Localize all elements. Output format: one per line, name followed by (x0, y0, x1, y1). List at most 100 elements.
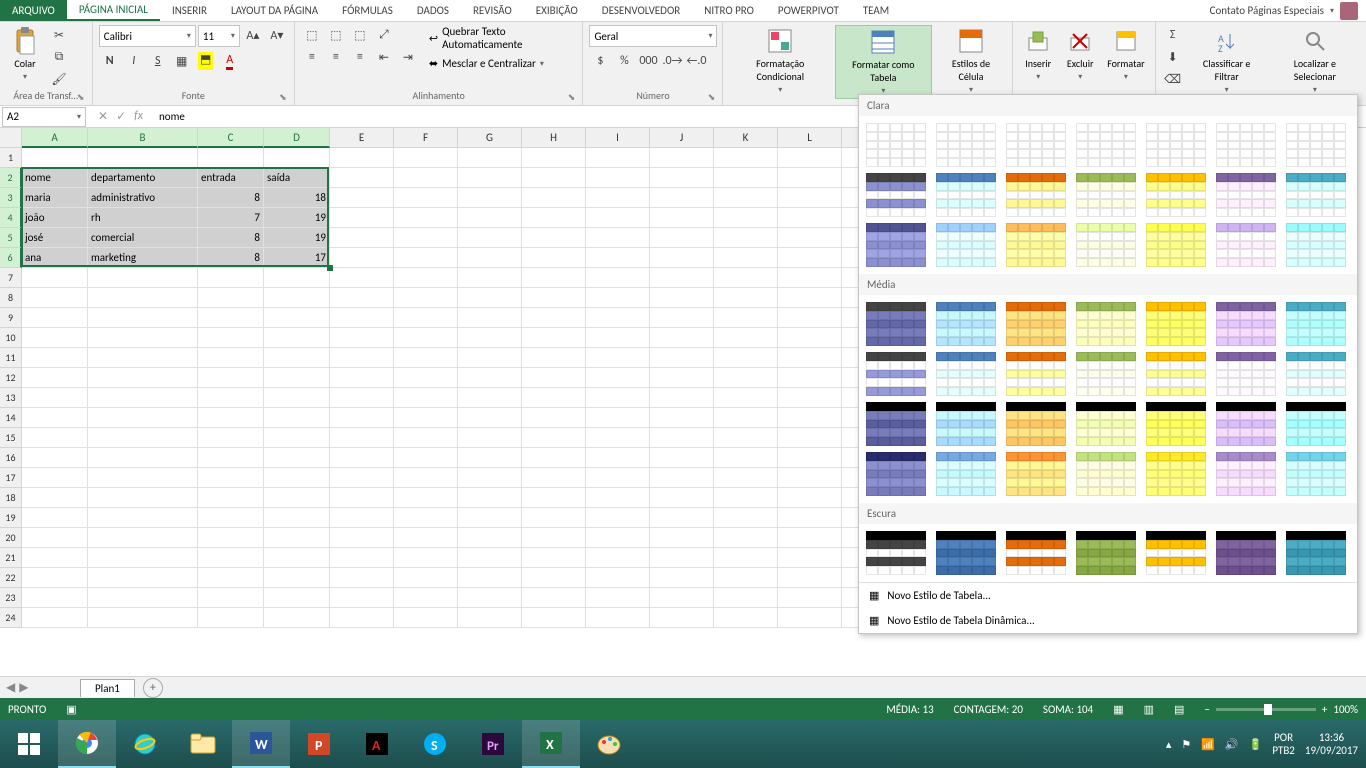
cell[interactable] (330, 288, 394, 308)
cell[interactable] (88, 608, 198, 628)
cell[interactable]: saída (264, 168, 330, 188)
format-cells-button[interactable]: Formatar▾ (1103, 25, 1148, 84)
cell[interactable] (198, 288, 264, 308)
decrease-decimal-button[interactable]: ←.0 (685, 51, 707, 71)
tab-dados[interactable]: DADOS (405, 0, 461, 21)
cell[interactable] (458, 508, 522, 528)
cell[interactable] (714, 228, 778, 248)
tab-file[interactable]: ARQUIVO (0, 0, 67, 21)
cell[interactable] (522, 168, 586, 188)
table-style-option[interactable] (1145, 401, 1207, 447)
percent-button[interactable]: % (613, 51, 635, 71)
cell[interactable] (522, 408, 586, 428)
table-style-option[interactable] (1075, 401, 1137, 447)
row-header[interactable]: 8 (0, 288, 22, 308)
cell[interactable] (264, 528, 330, 548)
cell[interactable] (394, 308, 458, 328)
table-style-option[interactable] (1075, 122, 1137, 168)
tray-lang[interactable]: PORPTB2 (1272, 731, 1295, 757)
cell[interactable] (650, 288, 714, 308)
tab-desenvolvedor[interactable]: DESENVOLVEDOR (590, 0, 692, 21)
cell[interactable] (394, 408, 458, 428)
table-style-option[interactable] (1145, 451, 1207, 497)
cell[interactable] (458, 408, 522, 428)
taskbar-paint[interactable] (580, 720, 638, 768)
cell[interactable] (264, 328, 330, 348)
table-style-option[interactable] (1005, 301, 1067, 347)
cell[interactable] (458, 388, 522, 408)
taskbar-premiere[interactable]: Pr (464, 720, 522, 768)
cell[interactable] (330, 168, 394, 188)
cell[interactable] (650, 228, 714, 248)
sort-filter-button[interactable]: AZClassificar e Filtrar▾ (1188, 25, 1266, 97)
table-style-option[interactable] (1005, 530, 1067, 576)
cell[interactable] (22, 288, 88, 308)
cell[interactable] (778, 448, 842, 468)
cell[interactable] (714, 488, 778, 508)
taskbar-ie[interactable] (116, 720, 174, 768)
cell[interactable] (394, 368, 458, 388)
cell[interactable]: departamento (88, 168, 198, 188)
cell[interactable] (522, 448, 586, 468)
table-style-option[interactable] (1145, 301, 1207, 347)
fill-button[interactable]: ⬇ (1162, 47, 1184, 67)
cell[interactable] (198, 528, 264, 548)
cell[interactable] (198, 568, 264, 588)
cell[interactable] (650, 348, 714, 368)
cell[interactable] (714, 568, 778, 588)
cell[interactable] (778, 188, 842, 208)
cell[interactable] (22, 308, 88, 328)
table-style-option[interactable] (1075, 172, 1137, 218)
row-header[interactable]: 10 (0, 328, 22, 348)
table-style-option[interactable] (1005, 401, 1067, 447)
cell[interactable] (650, 508, 714, 528)
cell[interactable] (330, 448, 394, 468)
cell[interactable] (394, 348, 458, 368)
tray-up-icon[interactable]: ▴ (1166, 738, 1172, 751)
cell[interactable] (88, 368, 198, 388)
cell[interactable] (714, 388, 778, 408)
cell[interactable] (522, 468, 586, 488)
cell[interactable] (22, 328, 88, 348)
tab-página-inicial[interactable]: PÁGINA INICIAL (67, 0, 160, 21)
cell[interactable]: joão (22, 208, 88, 228)
cell[interactable] (778, 408, 842, 428)
cell[interactable] (586, 268, 650, 288)
cell[interactable] (778, 228, 842, 248)
border-button[interactable]: ▦ (171, 51, 193, 71)
cell[interactable] (458, 448, 522, 468)
cell[interactable] (88, 448, 198, 468)
table-style-option[interactable] (1075, 451, 1137, 497)
table-style-option[interactable] (865, 451, 927, 497)
cell[interactable] (88, 288, 198, 308)
tray-clock[interactable]: 13:3619/09/2017 (1305, 731, 1358, 757)
cell[interactable] (394, 328, 458, 348)
cell[interactable] (88, 408, 198, 428)
cell[interactable] (22, 448, 88, 468)
cell[interactable] (330, 388, 394, 408)
cell[interactable] (394, 228, 458, 248)
col-header[interactable]: B (88, 128, 198, 148)
cell[interactable] (88, 568, 198, 588)
cell[interactable] (586, 468, 650, 488)
cell[interactable] (522, 328, 586, 348)
table-style-option[interactable] (1215, 451, 1277, 497)
row-header[interactable]: 15 (0, 428, 22, 448)
cell[interactable] (522, 148, 586, 168)
cell[interactable] (458, 208, 522, 228)
cell[interactable] (650, 568, 714, 588)
cell[interactable]: comercial (88, 228, 198, 248)
cell[interactable]: 8 (198, 228, 264, 248)
cell[interactable] (394, 488, 458, 508)
cell[interactable] (522, 288, 586, 308)
table-style-option[interactable] (1145, 172, 1207, 218)
cell[interactable] (458, 268, 522, 288)
cell[interactable] (714, 248, 778, 268)
cell[interactable] (586, 448, 650, 468)
cell[interactable] (714, 448, 778, 468)
cell[interactable] (586, 588, 650, 608)
row-header[interactable]: 4 (0, 208, 22, 228)
cell[interactable] (778, 248, 842, 268)
table-style-option[interactable] (1145, 122, 1207, 168)
taskbar-excel[interactable]: X (522, 720, 580, 768)
